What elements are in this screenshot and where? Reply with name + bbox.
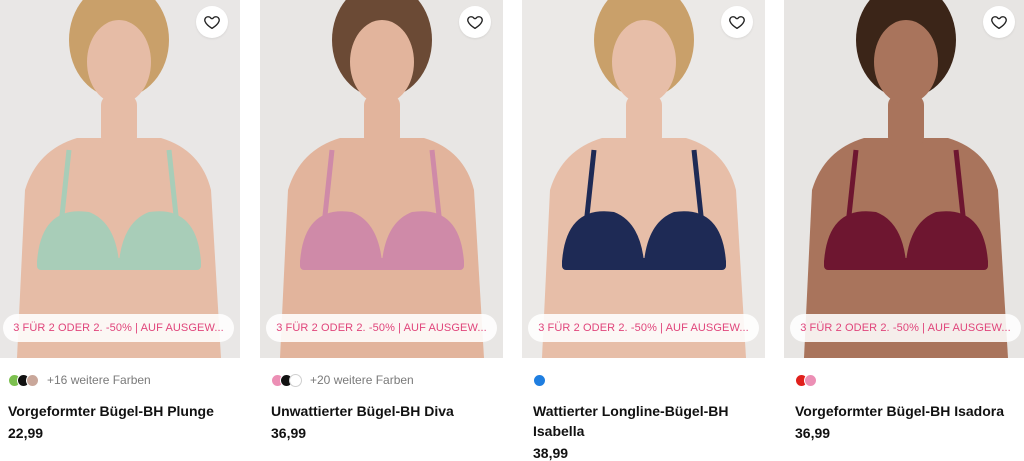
product-title[interactable]: Vorgeformter Bügel-BH Plunge xyxy=(8,401,233,421)
color-swatch[interactable] xyxy=(533,373,546,387)
promo-badge[interactable]: 3 FÜR 2 ODER 2. -50% | AUF AUSGEW... xyxy=(3,314,234,342)
product-card[interactable]: 3 FÜR 2 ODER 2. -50% | AUF AUSGEW... +16… xyxy=(0,0,240,461)
color-swatch[interactable] xyxy=(289,373,302,387)
color-swatches xyxy=(784,372,1024,388)
more-colors-label[interactable]: +20 weitere Farben xyxy=(310,373,414,387)
color-swatch[interactable] xyxy=(26,373,39,387)
bra-band xyxy=(562,258,726,270)
wishlist-button[interactable] xyxy=(721,6,753,38)
promo-badge[interactable]: 3 FÜR 2 ODER 2. -50% | AUF AUSGEW... xyxy=(790,314,1021,342)
face-shape xyxy=(350,20,414,104)
color-swatches xyxy=(522,372,765,388)
product-title[interactable]: Unwattierter Bügel-BH Diva xyxy=(271,401,496,421)
product-card[interactable]: 3 FÜR 2 ODER 2. -50% | AUF AUSGEW... Vor… xyxy=(784,0,1024,461)
face-shape xyxy=(874,20,938,104)
promo-badge[interactable]: 3 FÜR 2 ODER 2. -50% | AUF AUSGEW... xyxy=(528,314,759,342)
heart-icon xyxy=(729,16,745,30)
product-price: 36,99 xyxy=(795,425,831,441)
product-price: 22,99 xyxy=(8,425,44,441)
product-photo xyxy=(0,0,240,358)
product-image[interactable]: 3 FÜR 2 ODER 2. -50% | AUF AUSGEW... xyxy=(0,0,240,358)
face-shape xyxy=(87,20,151,104)
product-photo xyxy=(260,0,503,358)
product-photo xyxy=(784,0,1024,358)
product-title[interactable]: Wattierter Longline-Bügel-BH Isabella xyxy=(533,401,758,441)
product-image[interactable]: 3 FÜR 2 ODER 2. -50% | AUF AUSGEW... xyxy=(522,0,765,358)
heart-icon xyxy=(204,16,220,30)
product-title[interactable]: Vorgeformter Bügel-BH Isadora xyxy=(795,401,1020,421)
color-swatches: +16 weitere Farben xyxy=(0,372,240,388)
face-shape xyxy=(612,20,676,104)
product-image[interactable]: 3 FÜR 2 ODER 2. -50% | AUF AUSGEW... xyxy=(260,0,503,358)
bra-band xyxy=(37,258,201,270)
wishlist-button[interactable] xyxy=(459,6,491,38)
product-card[interactable]: 3 FÜR 2 ODER 2. -50% | AUF AUSGEW... +20… xyxy=(260,0,503,461)
more-colors-label[interactable]: +16 weitere Farben xyxy=(47,373,151,387)
bra-band xyxy=(824,258,988,270)
product-grid: 3 FÜR 2 ODER 2. -50% | AUF AUSGEW... +16… xyxy=(0,0,1024,461)
product-price: 36,99 xyxy=(271,425,307,441)
product-card[interactable]: 3 FÜR 2 ODER 2. -50% | AUF AUSGEW... Wat… xyxy=(522,0,765,461)
product-image[interactable]: 3 FÜR 2 ODER 2. -50% | AUF AUSGEW... xyxy=(784,0,1024,358)
wishlist-button[interactable] xyxy=(196,6,228,38)
product-photo xyxy=(522,0,765,358)
promo-badge[interactable]: 3 FÜR 2 ODER 2. -50% | AUF AUSGEW... xyxy=(266,314,497,342)
heart-icon xyxy=(991,16,1007,30)
wishlist-button[interactable] xyxy=(983,6,1015,38)
color-swatch[interactable] xyxy=(804,373,817,387)
product-price: 38,99 xyxy=(533,445,569,461)
heart-icon xyxy=(467,16,483,30)
color-swatches: +20 weitere Farben xyxy=(260,372,503,388)
bra-band xyxy=(300,258,464,270)
